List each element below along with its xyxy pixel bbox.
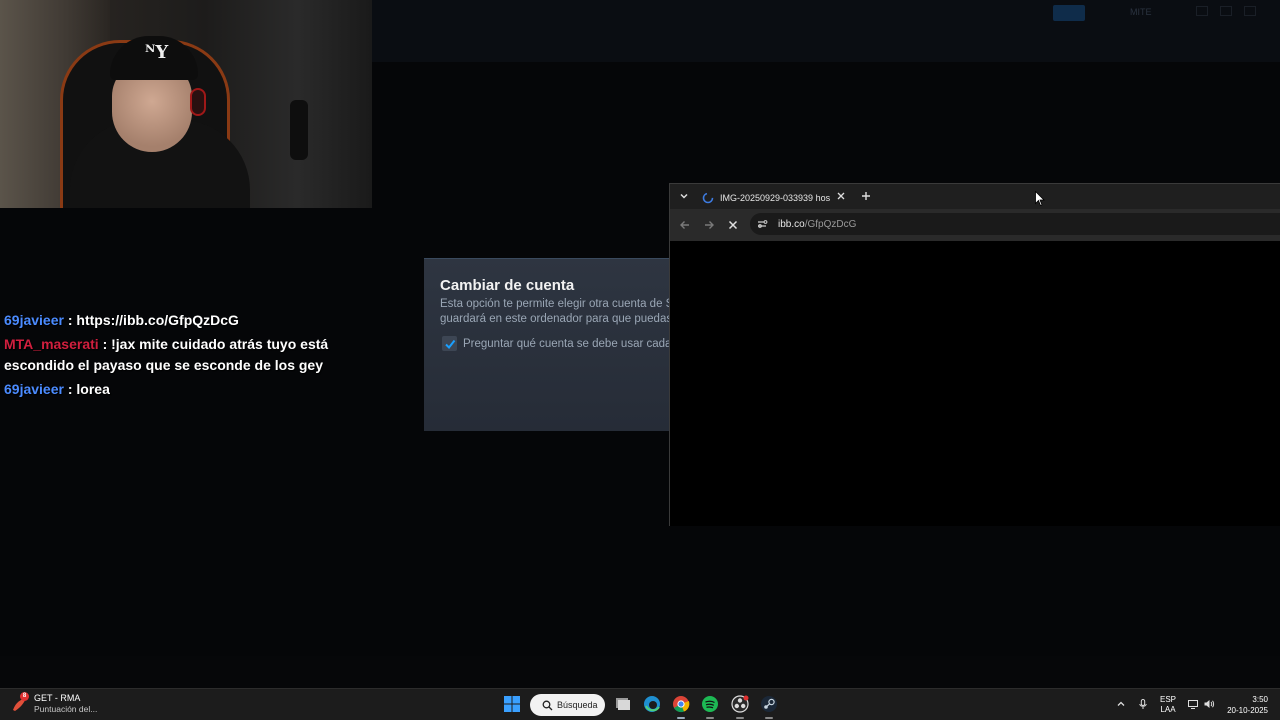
microphone-icon[interactable] [1137,698,1149,710]
widget-badge: 8 [20,692,29,701]
chat-username: 69javieer [4,381,64,397]
widget-text: GET - RMA Puntuación del... [34,693,97,715]
close-icon [1244,6,1256,16]
background-app-bottombar [0,656,1280,688]
search-icon [542,700,553,710]
windows-start-icon[interactable] [502,694,522,714]
ask-account-checkbox[interactable] [442,336,457,351]
cap-logo-icon: ᴺY [145,42,169,63]
switch-account-dialog: Cambiar de cuenta Esta opción te permite… [424,258,670,431]
chrome-icon[interactable] [671,694,691,714]
spotify-icon[interactable] [700,694,720,714]
browser-page-content[interactable] [670,241,1280,526]
dialog-description-line: Esta opción te permite elegir otra cuent… [440,298,670,310]
steam-icon[interactable] [759,694,779,714]
taskbar-search-label: Búsqueda [557,700,598,710]
clock-time: 3:50 [1252,695,1268,704]
dialog-description-line: guardará en este ordenador para que pued… [440,313,670,325]
browser-tab-title: IMG-20250929-033939 hosted [720,192,830,203]
chat-username: MTA_maserati [4,336,99,352]
webcam-feed: ᴺY [0,0,372,208]
tab-close-icon[interactable] [836,191,846,201]
background-app-button [1053,5,1085,21]
system-clock[interactable]: 3:50 20-10-2025 [1222,694,1268,716]
stop-loading-icon[interactable] [726,218,740,232]
keyboard-layout: LAA [1160,705,1176,714]
background-app-user: MITE [1130,7,1152,17]
headphone-icon [190,88,206,116]
taskbar-search[interactable]: Búsqueda [530,694,605,716]
language-indicator[interactable]: ESP LAA [1160,695,1176,715]
network-icon[interactable] [1187,698,1199,710]
obs-active-indicator [736,717,744,719]
dialog-title: Cambiar de cuenta [440,277,575,294]
chat-overlay: 69javieer : https://ibb.co/GfpQzDcG MTA_… [4,310,334,403]
checkmark-icon [444,339,455,349]
url-host: ibb.co [778,218,805,230]
windows-taskbar: 8 GET - RMA Puntuación del... Búsqueda E… [0,688,1280,720]
browser-tab[interactable]: IMG-20250929-033939 hosted [694,186,858,209]
edge-icon[interactable] [642,694,662,714]
sports-widget-icon: 8 [10,692,30,714]
widgets-button[interactable]: 8 GET - RMA Puntuación del... [10,692,97,715]
chat-text: : lorea [67,381,110,397]
new-tab-icon[interactable] [860,190,872,202]
chat-text: : https://ibb.co/GfpQzDcG [67,312,239,328]
tab-search-chevron-icon[interactable] [678,190,690,202]
ask-account-checkbox-label: Preguntar qué cuenta se debe usar cada v [463,337,670,350]
volume-icon[interactable] [1203,698,1215,710]
address-bar[interactable]: ibb.co/GfpQzDcG [750,213,1280,235]
loading-spinner-icon [702,192,714,203]
chat-message: 69javieer : lorea [4,379,334,400]
steam-active-indicator [765,717,773,719]
clock-date: 20-10-2025 [1227,706,1268,715]
chat-username: 69javieer [4,312,64,328]
back-arrow-icon[interactable] [678,218,692,232]
maximize-icon [1220,6,1232,16]
mouse-cursor-icon [1035,191,1045,207]
url-path: /GfpQzDcG [804,218,857,230]
chat-message: MTA_maserati : !jax mite cuidado atrás t… [4,334,334,376]
chat-message: 69javieer : https://ibb.co/GfpQzDcG [4,310,334,331]
widget-title: GET - RMA [34,693,81,703]
language-code: ESP [1160,695,1177,704]
widget-subtitle: Puntuación del... [34,704,98,714]
chrome-active-indicator [677,717,685,719]
spotify-active-indicator [706,717,714,719]
forward-arrow-icon[interactable] [702,218,716,232]
microphone-arm [290,100,308,160]
task-view-icon[interactable] [613,694,633,714]
obs-icon[interactable] [730,694,750,714]
ask-account-checkbox-row[interactable]: Preguntar qué cuenta se debe usar cada v [442,336,670,351]
browser-toolbar: ibb.co/GfpQzDcG [670,209,1280,241]
site-settings-icon[interactable] [756,218,768,230]
browser-tabbar: IMG-20250929-033939 hosted [670,184,1280,209]
browser-window: IMG-20250929-033939 hosted ibb.co/GfpQzD… [669,183,1280,526]
chevron-up-icon[interactable] [1115,698,1127,710]
dialog-description: Esta opción te permite elegir otra cuent… [440,297,670,327]
minimize-icon [1196,6,1208,16]
